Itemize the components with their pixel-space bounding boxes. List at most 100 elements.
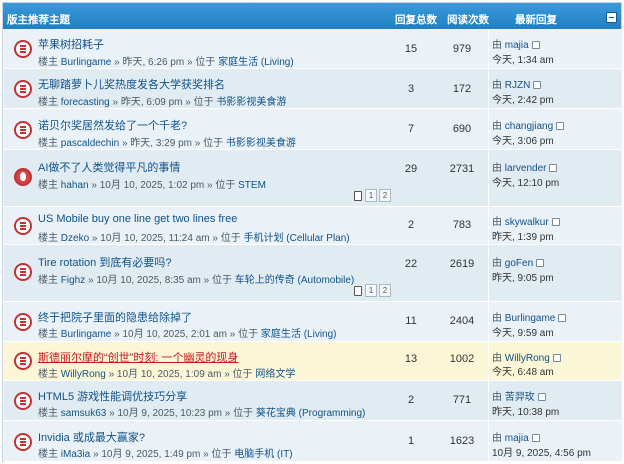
view-count: 2731	[449, 163, 475, 175]
topic-forum[interactable]: 家庭生活 (Living)	[218, 57, 294, 68]
topic-author[interactable]: forecasting	[61, 97, 110, 108]
topic-row: 终于把院子里面的隐患给除掉了 楼主 Burlingame » 10月 10, 2…	[4, 302, 622, 342]
topic-author[interactable]: Burlingame	[61, 57, 112, 68]
topic-read-icon	[14, 392, 32, 410]
topic-author[interactable]: samsuk63	[61, 408, 107, 419]
reply-count: 7	[407, 123, 415, 135]
topic-forum[interactable]: 书影影视美食游	[226, 138, 296, 149]
header-replies: 回复总数	[395, 14, 437, 26]
reply-count: 15	[404, 43, 418, 55]
goto-last-post-icon[interactable]	[531, 434, 540, 442]
last-post-user[interactable]: Burlingame	[505, 313, 556, 324]
reply-count: 2	[407, 219, 415, 231]
topic-read-icon	[14, 352, 32, 370]
topic-row: 斯德丽尔摩的“创世”时刻: 一个幽灵的现身 楼主 WillyRong » 10月…	[4, 342, 622, 381]
last-post: 由 RJZN 今天, 2:42 pm	[488, 69, 623, 108]
goto-last-post-icon[interactable]	[558, 314, 567, 322]
topic-row: 苹果树招耗子 楼主 Burlingame » 昨天, 6:26 pm » 位于 …	[4, 29, 622, 69]
topic-forum[interactable]: 葵花宝典 (Programming)	[256, 408, 365, 419]
topic-meta: 楼主 hahan » 10月 10, 2025, 1:02 pm » 位于 ST…	[38, 180, 266, 191]
topic-meta: 楼主 Burlingame » 10月 10, 2025, 2:01 am » …	[38, 329, 337, 340]
topic-list-panel: 版主推荐主题 回复总数 阅读次数 最新回复 苹果树招耗子 楼主 Burlinga…	[2, 2, 622, 462]
topic-row: Invidia 或成最大赢家? 楼主 iMa3ia » 10月 9, 2025,…	[4, 421, 622, 462]
topic-author[interactable]: pascaldechin	[61, 138, 119, 149]
view-count: 2619	[449, 258, 475, 270]
last-post-user[interactable]: skywalkur	[505, 217, 549, 228]
goto-last-post-icon[interactable]	[556, 122, 565, 130]
topic-row: US Mobile buy one line get two lines fre…	[4, 207, 622, 245]
topic-author[interactable]: Burlingame	[61, 329, 112, 340]
last-post-time: 昨天, 1:39 pm	[492, 232, 554, 243]
topic-title[interactable]: US Mobile buy one line get two lines fre…	[38, 213, 237, 225]
reply-count: 2	[407, 394, 415, 406]
pages-icon	[354, 285, 362, 296]
topic-forum[interactable]: 家庭生活 (Living)	[261, 329, 337, 340]
last-post-user[interactable]: majia	[505, 433, 529, 444]
topic-author[interactable]: hahan	[61, 180, 89, 191]
last-post: 由 majia 今天, 1:34 am	[488, 29, 623, 68]
topic-forum[interactable]: STEM	[238, 180, 266, 191]
last-post-time: 10月 9, 2025, 4:56 pm	[492, 448, 591, 459]
topic-title[interactable]: Invidia 或成最大赢家?	[38, 429, 145, 445]
topic-title[interactable]: Tire rotation 到底有必要吗?	[38, 254, 171, 270]
reply-count: 11	[405, 315, 417, 327]
topic-author[interactable]: WillyRong	[61, 369, 106, 380]
topic-title[interactable]: 斯德丽尔摩的“创世”时刻: 一个幽灵的现身	[38, 349, 238, 365]
topic-meta: 楼主 Burlingame » 昨天, 6:26 pm » 位于 家庭生活 (L…	[38, 57, 294, 68]
goto-last-post-icon[interactable]	[533, 81, 542, 89]
goto-last-post-icon[interactable]	[552, 354, 561, 362]
topic-meta: 楼主 samsuk63 » 10月 9, 2025, 10:23 pm » 位于…	[38, 408, 366, 419]
last-post-time: 今天, 12:10 pm	[492, 178, 560, 189]
topic-author[interactable]: Dzeko	[61, 233, 89, 244]
last-post: 由 goFen 昨天, 9:05 pm	[488, 245, 623, 301]
page-link[interactable]: 1	[365, 189, 377, 202]
last-post-user[interactable]: RJZN	[505, 80, 531, 91]
topic-forum[interactable]: 电脑手机 (IT)	[234, 449, 292, 460]
topic-forum[interactable]: 手机计划 (Cellular Plan)	[244, 233, 350, 244]
topic-forum[interactable]: 书影影视美食游	[216, 97, 286, 108]
topic-read-icon	[14, 121, 32, 139]
topic-row: AI做不了人类觉得平凡的事情 楼主 hahan » 10月 10, 2025, …	[4, 150, 622, 207]
topic-list-header: 版主推荐主题 回复总数 阅读次数 最新回复	[3, 3, 621, 29]
topic-title[interactable]: 苹果树招耗子	[38, 36, 104, 52]
page-link[interactable]: 2	[379, 284, 391, 297]
collapse-icon[interactable]	[606, 12, 617, 23]
page-link[interactable]: 1	[365, 284, 377, 297]
goto-last-post-icon[interactable]	[551, 218, 560, 226]
last-post: 由 skywalkur 昨天, 1:39 pm	[488, 207, 623, 244]
topic-title[interactable]: 诺贝尔奖居然发给了一个千老?	[38, 117, 187, 133]
last-post-user[interactable]: changjiang	[505, 121, 553, 132]
last-post-time: 今天, 6:48 am	[492, 367, 554, 378]
goto-last-post-icon[interactable]	[549, 164, 558, 172]
last-post-user[interactable]: goFen	[505, 258, 533, 269]
topic-forum[interactable]: 网络文学	[255, 369, 295, 380]
topic-row: 无聊踏萝卜儿奖热度发各大学获奖排名 楼主 forecasting » 昨天, 6…	[4, 69, 622, 109]
topic-author[interactable]: Fighz	[61, 275, 85, 286]
topic-title[interactable]: 终于把院子里面的隐患给除掉了	[38, 309, 192, 325]
reply-count: 13	[404, 353, 418, 365]
topic-read-icon	[14, 217, 32, 235]
page-link[interactable]: 2	[379, 189, 391, 202]
reply-count: 22	[404, 258, 418, 270]
goto-last-post-icon[interactable]	[536, 259, 545, 267]
header-views: 阅读次数	[447, 14, 489, 26]
goto-last-post-icon[interactable]	[531, 41, 540, 49]
last-post: 由 WillyRong 今天, 6:48 am	[488, 342, 623, 380]
topic-title[interactable]: HTML5 游戏性能调优技巧分享	[38, 388, 187, 404]
topic-row: 诺贝尔奖居然发给了一个千老? 楼主 pascaldechin » 昨天, 3:2…	[4, 109, 622, 150]
pages-icon	[354, 190, 362, 201]
topic-title[interactable]: AI做不了人类觉得平凡的事情	[38, 159, 180, 175]
topic-meta: 楼主 iMa3ia » 10月 9, 2025, 1:49 pm » 位于 电脑…	[38, 449, 293, 460]
last-post-time: 昨天, 9:05 pm	[492, 273, 554, 284]
last-post-user[interactable]: 苦羿玫	[505, 392, 535, 403]
view-count: 1002	[449, 353, 475, 365]
last-post-user[interactable]: larvender	[505, 163, 547, 174]
topic-author[interactable]: iMa3ia	[61, 449, 90, 460]
last-post-user[interactable]: majia	[505, 40, 529, 51]
topic-pagination: 12	[354, 284, 393, 297]
topic-meta: 楼主 forecasting » 昨天, 6:09 pm » 位于 书影影视美食…	[38, 97, 287, 108]
topic-forum[interactable]: 车轮上的传奇 (Automobile)	[235, 275, 354, 286]
last-post-time: 今天, 3:06 pm	[492, 136, 554, 147]
goto-last-post-icon[interactable]	[537, 393, 546, 401]
topic-title[interactable]: 无聊踏萝卜儿奖热度发各大学获奖排名	[38, 76, 225, 92]
